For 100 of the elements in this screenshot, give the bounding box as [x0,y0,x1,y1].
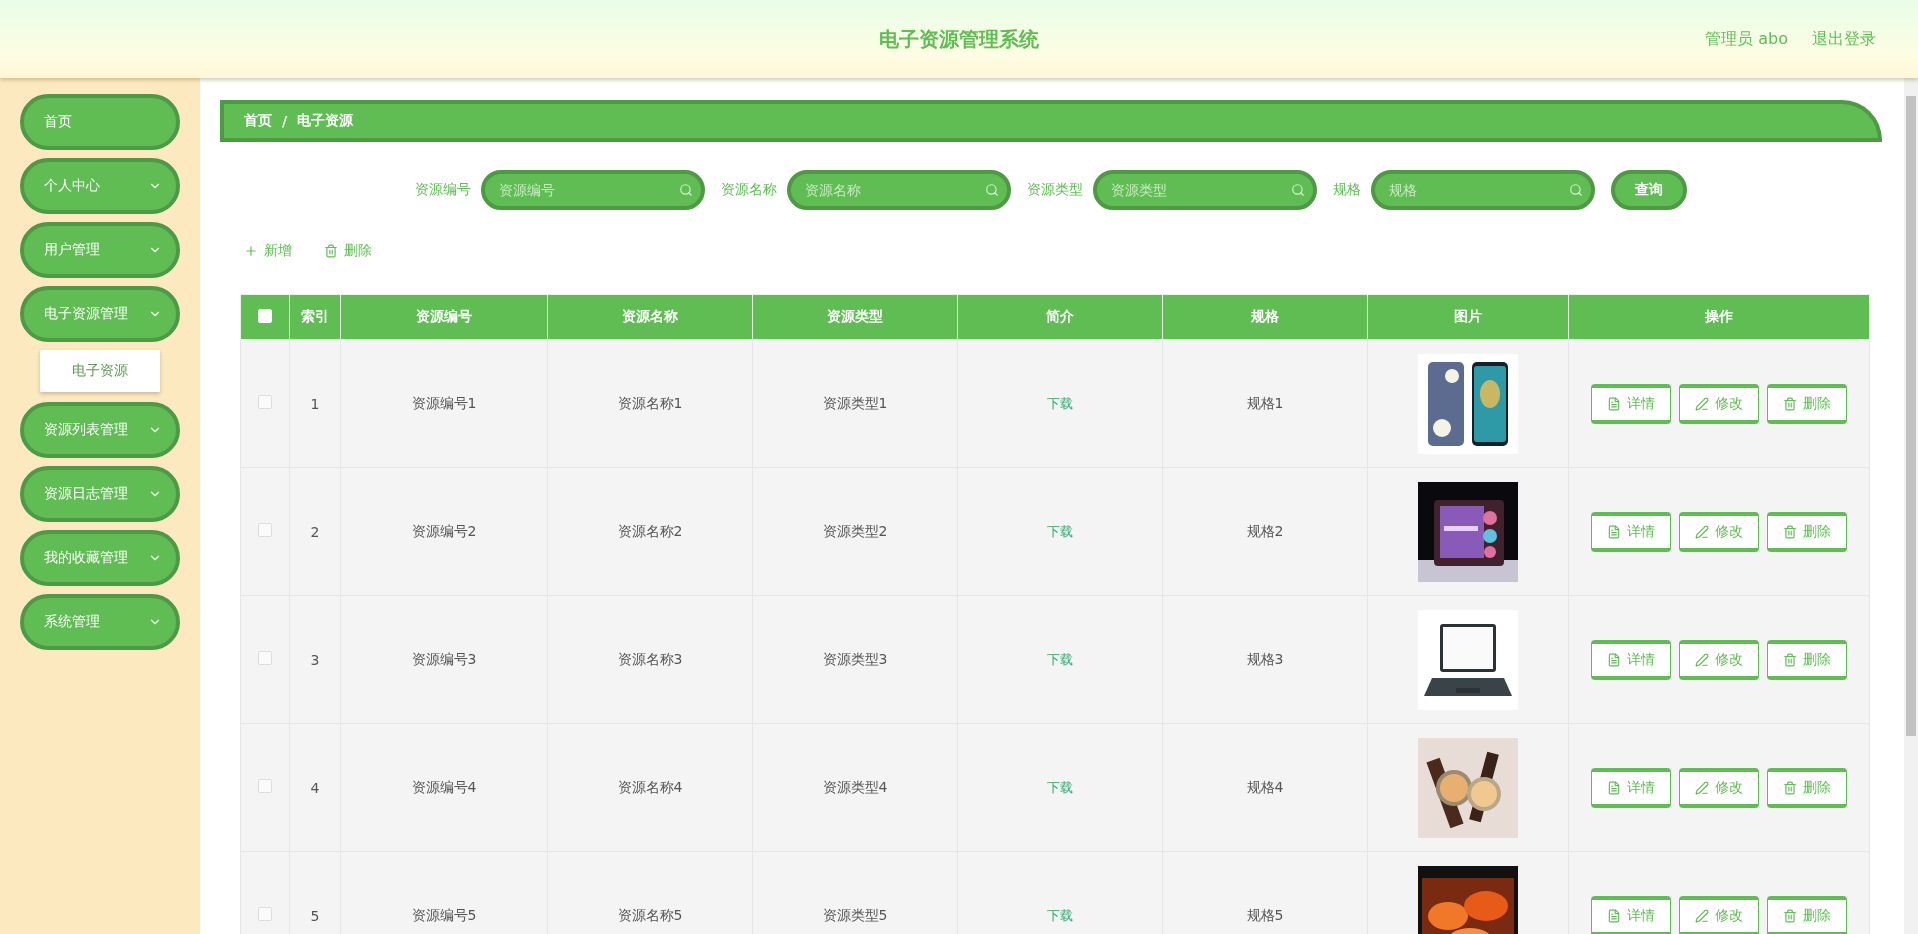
menu-item[interactable]: 个人中心 [20,158,180,214]
delete-button[interactable]: 删除 [1767,383,1847,424]
breadcrumb-separator: / [282,113,288,129]
table-cell: 1 [289,339,341,468]
query-button[interactable]: 查询 [1611,170,1687,210]
search-icon [679,183,693,197]
scrollbar[interactable] [1904,78,1918,934]
download-link[interactable]: 下载 [1047,651,1073,667]
table-cell: 资源类型5 [752,851,958,934]
submenu-item[interactable]: 电子资源 [40,350,160,392]
trash-icon [1783,908,1797,923]
row-checkbox[interactable] [258,395,272,409]
menu-item[interactable]: 首页 [20,94,180,150]
scrollbar-thumb[interactable] [1906,96,1916,736]
trash-icon [1783,780,1797,795]
breadcrumb-item: 电子资源 [297,112,354,130]
detail-button[interactable]: 详情 [1591,767,1671,808]
pencil-icon [1695,780,1709,795]
download-link[interactable]: 下载 [1047,523,1073,539]
column-header: 资源类型 [752,294,958,340]
pencil-icon [1695,524,1709,539]
menu-item[interactable]: 用户管理 [20,222,180,278]
table-cell: 资源类型1 [752,339,958,468]
user-name: 管理员 abo [1705,28,1788,50]
column-header: 资源名称 [547,294,753,340]
row-checkbox[interactable] [258,779,272,793]
edit-button[interactable]: 修改 [1679,511,1759,552]
add-button[interactable]: 新增 [238,238,298,264]
column-header: 资源编号 [340,294,548,340]
delete-button[interactable]: 删除 [1767,639,1847,680]
table-cell: 资源类型2 [752,467,958,596]
table-cell: 资源名称5 [547,851,753,934]
table-cell: 资源编号2 [340,467,548,596]
download-link[interactable]: 下载 [1047,779,1073,795]
table-cell: 资源类型4 [752,723,958,852]
document-icon [1607,524,1621,539]
menu-item[interactable]: 我的收藏管理 [20,530,180,586]
edit-button[interactable]: 修改 [1679,895,1759,934]
column-header: 规格 [1162,294,1368,340]
search-icon [1291,183,1305,197]
search-field[interactable]: 规格 [1371,170,1595,210]
table-cell: 资源类型3 [752,595,958,724]
document-icon [1607,908,1621,923]
column-header: 索引 [289,294,341,340]
download-link[interactable]: 下载 [1047,907,1073,923]
table-cell: 资源名称2 [547,467,753,596]
edit-button[interactable]: 修改 [1679,767,1759,808]
pencil-icon [1695,652,1709,667]
detail-button[interactable]: 详情 [1591,639,1671,680]
search-icon [1569,183,1583,197]
table-cell: 资源编号3 [340,595,548,724]
trash-icon [1783,652,1797,667]
detail-button[interactable]: 详情 [1591,895,1671,934]
pencil-icon [1695,908,1709,923]
table-cell: 资源名称3 [547,595,753,724]
table-cell: 资源名称1 [547,339,753,468]
pencil-icon [1695,396,1709,411]
table-cell: 规格5 [1162,851,1368,934]
search-field[interactable]: 资源类型 [1093,170,1317,210]
table-cell: 资源编号5 [340,851,548,934]
column-header: 操作 [1568,294,1870,340]
row-checkbox[interactable] [258,523,272,537]
search-icon [985,183,999,197]
detail-button[interactable]: 详情 [1591,383,1671,424]
table-cell: 2 [289,467,341,596]
menu-item[interactable]: 资源列表管理 [20,402,180,458]
table-cell: 5 [289,851,341,934]
field-label: 规格 [1333,181,1361,199]
menu-item[interactable]: 电子资源管理 [20,286,180,342]
delete-button[interactable]: 删除 [318,238,378,264]
search-field[interactable]: 资源名称 [787,170,1011,210]
row-checkbox[interactable] [258,651,272,665]
breadcrumb-item[interactable]: 首页 [244,112,272,130]
search-field[interactable]: 资源编号 [481,170,705,210]
document-icon [1607,652,1621,667]
document-icon [1607,396,1621,411]
field-label: 资源类型 [1027,181,1083,199]
delete-button[interactable]: 删除 [1767,767,1847,808]
column-header: 简介 [957,294,1163,340]
trash-icon [324,244,338,258]
logout-link[interactable]: 退出登录 [1812,28,1876,50]
table-cell: 资源编号4 [340,723,548,852]
field-label: 资源名称 [721,181,777,199]
trash-icon [1783,524,1797,539]
trash-icon [1783,396,1797,411]
delete-button[interactable]: 删除 [1767,511,1847,552]
column-header: 图片 [1367,294,1569,340]
delete-button[interactable]: 删除 [1767,895,1847,934]
detail-button[interactable]: 详情 [1591,511,1671,552]
plus-icon [244,244,258,258]
menu-item[interactable]: 系统管理 [20,594,180,650]
document-icon [1607,780,1621,795]
row-checkbox[interactable] [258,907,272,921]
edit-button[interactable]: 修改 [1679,383,1759,424]
edit-button[interactable]: 修改 [1679,639,1759,680]
menu-item[interactable]: 资源日志管理 [20,466,180,522]
table-cell: 3 [289,595,341,724]
table-cell: 规格2 [1162,467,1368,596]
select-all-checkbox[interactable] [258,308,272,323]
download-link[interactable]: 下载 [1047,395,1073,411]
